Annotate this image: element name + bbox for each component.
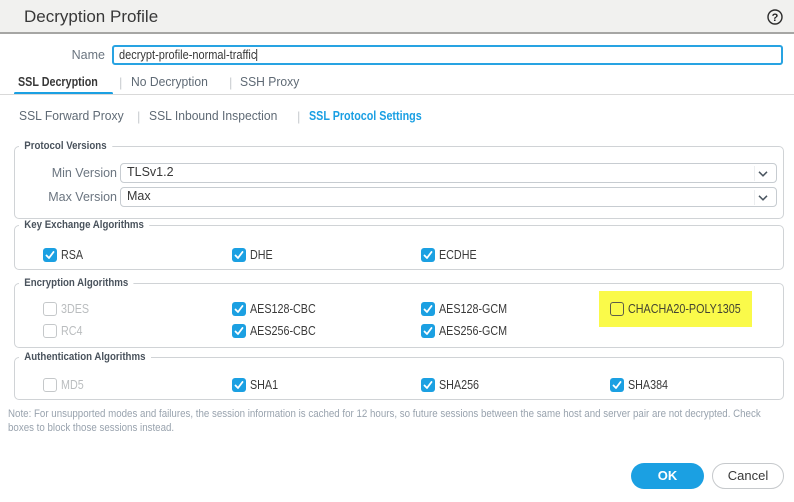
svg-text:?: ? [772,12,779,24]
